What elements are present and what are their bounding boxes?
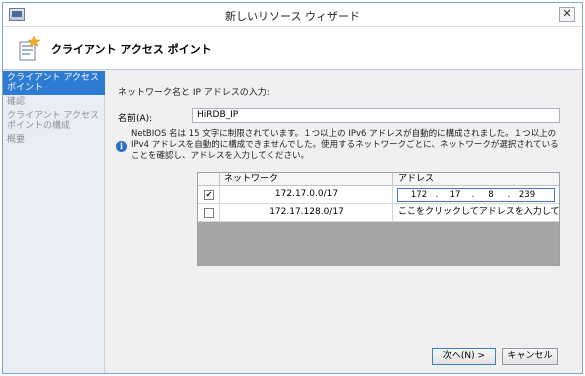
column-header-network[interactable]: ネットワーク: [221, 173, 393, 185]
window-title: 新しいリソース ウィザード: [225, 10, 360, 23]
table-row[interactable]: ✔ 172.17.0.0/17 172 . 17 . 8 . 239: [198, 186, 559, 204]
select-cell: ✔: [198, 186, 220, 203]
ip-octet-3[interactable]: 8: [480, 189, 502, 201]
nav-item-client-access-point[interactable]: クライアント アクセス ポイント: [3, 71, 105, 95]
title-bar: 新しいリソース ウィザード ✕: [3, 3, 582, 27]
nav-item-confirmation[interactable]: 確認: [3, 95, 105, 109]
network-checkbox[interactable]: ✔: [204, 190, 214, 200]
ip-octet-2[interactable]: 17: [444, 189, 466, 201]
ip-dot: .: [507, 190, 511, 200]
nav-item-summary[interactable]: 概要: [3, 133, 105, 147]
ip-dot: .: [435, 190, 439, 200]
nav-item-configure-client-access-point[interactable]: クライアント アクセス ポイントの構成: [3, 109, 105, 133]
ip-octet-4[interactable]: 239: [516, 189, 538, 201]
ip-octet-1[interactable]: 172: [408, 189, 430, 201]
section-label: ネットワーク名と IP アドレスの入力:: [118, 88, 270, 98]
column-header-select: [198, 173, 220, 185]
address-cell[interactable]: ここをクリックしてアドレスを入力してくださ...: [394, 204, 559, 221]
network-checkbox[interactable]: [204, 208, 214, 218]
page-title: クライアント アクセス ポイント: [51, 43, 212, 56]
name-label: 名前(A):: [118, 114, 153, 124]
network-grid: ネットワーク アドレス ✔ 172.17.0.0/17 172 . 17 . 8…: [197, 172, 560, 266]
wizard-nav: クライアント アクセス ポイント 確認 クライアント アクセス ポイントの構成 …: [3, 71, 105, 373]
select-cell: [198, 204, 220, 221]
cancel-button[interactable]: キャンセル: [502, 348, 558, 365]
ip-address-input[interactable]: 172 . 17 . 8 . 239: [397, 188, 555, 202]
wizard-content: ネットワーク名と IP アドレスの入力: 名前(A): HiRDB_IP i N…: [106, 71, 582, 373]
network-cell: 172.17.0.0/17: [221, 186, 393, 203]
wizard-header: クライアント アクセス ポイント: [3, 27, 582, 70]
next-button[interactable]: 次へ(N) >: [432, 348, 496, 365]
wizard-star-icon: [19, 36, 41, 61]
column-header-address[interactable]: アドレス: [394, 173, 559, 185]
close-button[interactable]: ✕: [559, 7, 575, 22]
info-message: NetBIOS 名は 15 文字に制限されています。１つ以上の IPv6 アドレ…: [131, 129, 559, 161]
network-cell: 172.17.128.0/17: [221, 204, 393, 221]
ip-dot: .: [471, 190, 475, 200]
grid-header: ネットワーク アドレス: [198, 173, 559, 186]
info-icon: i: [116, 141, 127, 152]
table-row[interactable]: 172.17.128.0/17 ここをクリックしてアドレスを入力してくださ...: [198, 204, 559, 222]
name-input[interactable]: HiRDB_IP: [192, 108, 560, 123]
wizard-window: 新しいリソース ウィザード ✕ クライアント アクセス ポイント クライアント …: [2, 2, 583, 374]
